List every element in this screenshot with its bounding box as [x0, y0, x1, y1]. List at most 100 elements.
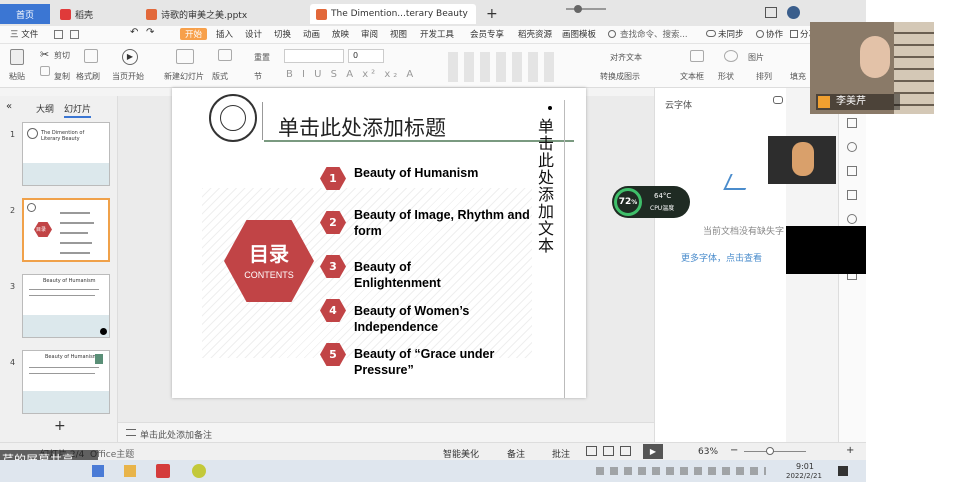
tab-docer[interactable]: 稻壳	[54, 4, 134, 24]
picture-button[interactable]: 图片	[748, 52, 764, 63]
wps-taskbar-icon[interactable]	[156, 464, 170, 478]
text-box-icon[interactable]	[690, 50, 704, 62]
font-format-row[interactable]: B I U S A x² x₂ A	[286, 69, 416, 80]
user-avatar[interactable]	[787, 6, 800, 19]
copy-icon[interactable]	[40, 66, 50, 76]
tab-view[interactable]: 视图	[390, 28, 407, 40]
tab-design[interactable]: 设计	[245, 28, 262, 40]
tab-templates[interactable]: 画图模板	[562, 28, 596, 40]
tool-icon[interactable]	[847, 118, 857, 128]
notification-icon[interactable]	[838, 466, 848, 476]
font-size-select[interactable]: 0	[348, 49, 384, 63]
file-menu[interactable]: 三 文件	[10, 28, 38, 40]
toc-item-1[interactable]: Beauty of Humanism	[354, 165, 534, 181]
zoom-slider-knob[interactable]	[766, 447, 774, 455]
slide-thumbnail-2[interactable]: 目录	[22, 198, 110, 262]
arrange-button[interactable]: 排列	[756, 71, 772, 82]
text-box-button[interactable]: 文本框	[680, 71, 704, 82]
layout-button[interactable]: 版式	[212, 71, 228, 82]
tab-docer-resources[interactable]: 稻壳资源	[518, 28, 552, 40]
print-icon[interactable]	[70, 30, 79, 39]
paste-button[interactable]: 粘贴	[9, 71, 25, 82]
cut-icon[interactable]: ✂	[40, 48, 49, 61]
new-slide-button[interactable]: 新建幻灯片	[164, 71, 204, 82]
system-tray-icons[interactable]	[596, 467, 766, 475]
beautify-button[interactable]: 智能美化	[443, 447, 479, 460]
collab-button[interactable]: 协作	[766, 28, 783, 40]
collapse-panel-icon[interactable]: «	[6, 101, 12, 112]
slideshow-play-button[interactable]: ▶	[643, 444, 663, 459]
tab-animation[interactable]: 动画	[303, 28, 320, 40]
shape-icon[interactable]	[724, 50, 738, 62]
tab-transition[interactable]: 切换	[274, 28, 291, 40]
new-slide-icon[interactable]	[176, 49, 194, 64]
cloud-font-label[interactable]: 云字体	[665, 98, 692, 111]
tab-home[interactable]: 首页	[0, 4, 50, 24]
outline-tab[interactable]: 大纲	[36, 102, 54, 115]
tab-document-1[interactable]: 诗歌的审美之美.pptx	[140, 4, 308, 24]
command-search[interactable]: 查找命令、搜索...	[620, 28, 688, 40]
toc-item-5[interactable]: Beauty of “Grace under Pressure”	[354, 346, 524, 378]
zoom-in-button[interactable]: +	[846, 445, 854, 456]
text-align-button[interactable]: 对齐文本	[610, 52, 642, 63]
tab-document-active[interactable]: The Dimention...terary Beauty	[310, 4, 476, 24]
notes-button[interactable]: 备注	[507, 447, 525, 460]
slide-title[interactable]: 单击此处添加标题	[278, 112, 446, 142]
cpu-monitor-widget[interactable]: 72% 64°C CPU温度	[612, 186, 690, 218]
help-icon[interactable]	[847, 214, 857, 224]
cut-button[interactable]: 剪切	[54, 50, 70, 61]
shape-button[interactable]: 形状	[718, 71, 734, 82]
tab-insert[interactable]: 插入	[216, 28, 233, 40]
unsync-status[interactable]: 未同步	[718, 28, 744, 40]
tab-member[interactable]: 会员专享	[470, 28, 504, 40]
comment-button[interactable]: 批注	[552, 447, 570, 460]
toc-item-4[interactable]: Beauty of Women’s Independence	[354, 303, 504, 335]
slide-2[interactable]: 单击此处添加标题 单击此处添加文本 目录 CONTENTS 1 Beauty o…	[172, 88, 586, 398]
zoom-level[interactable]: 63%	[698, 447, 718, 457]
window-controls[interactable]	[866, 6, 926, 16]
save-icon[interactable]	[54, 30, 63, 39]
tab-slideshow[interactable]: 放映	[332, 28, 349, 40]
convert-art-button[interactable]: 转换成图示	[600, 71, 640, 82]
add-slide-button[interactable]: +	[54, 418, 66, 434]
tab-developer[interactable]: 开发工具	[420, 28, 454, 40]
taskbar-app-icon[interactable]	[192, 464, 206, 478]
taskbar-app-icon[interactable]	[124, 465, 136, 477]
comment-icon[interactable]	[773, 96, 783, 104]
from-current-button[interactable]: 当页开始	[112, 71, 144, 82]
zoom-out-button[interactable]: −	[730, 445, 738, 456]
tool-icon[interactable]	[847, 166, 857, 176]
slide-thumbnail-1[interactable]: The Dimention of Literary Beauty	[22, 122, 110, 186]
tool-icon[interactable]	[847, 142, 857, 152]
format-painter-button[interactable]: 格式刷	[76, 71, 100, 82]
tab-review[interactable]: 审阅	[361, 28, 378, 40]
reset-button[interactable]: 重置	[254, 52, 270, 63]
notes-placeholder[interactable]: 单击此处添加备注	[140, 428, 212, 441]
play-icon[interactable]: ▶	[122, 49, 138, 65]
copy-button[interactable]: 复制	[54, 71, 70, 82]
taskbar-app-icon[interactable]	[92, 465, 104, 477]
section-button[interactable]: 节	[254, 71, 262, 82]
tool-icon[interactable]	[847, 190, 857, 200]
redo-icon[interactable]: ↷	[146, 27, 154, 38]
toc-item-3[interactable]: Beauty of Enlightenment	[354, 259, 494, 291]
more-fonts-link[interactable]: 更多字体，点击查看	[681, 251, 762, 264]
slides-tab[interactable]: 幻灯片	[64, 102, 92, 118]
paragraph-align-row[interactable]	[448, 52, 558, 82]
tab-add-button[interactable]: +	[480, 4, 504, 24]
font-family-select[interactable]	[284, 49, 344, 63]
normal-view-icon[interactable]	[586, 446, 597, 456]
slide-thumbnail-3[interactable]: Beauty of Humanism	[22, 274, 110, 338]
layout-icon[interactable]	[218, 49, 232, 61]
fill-button[interactable]: 填充	[790, 71, 806, 82]
layout-icon[interactable]	[765, 7, 777, 18]
tab-start[interactable]: 开始	[180, 28, 208, 40]
paste-icon[interactable]	[10, 49, 24, 65]
sorter-view-icon[interactable]	[603, 446, 614, 456]
format-painter-icon[interactable]	[84, 49, 98, 63]
slide-thumbnail-4[interactable]: Beauty of Humanism	[22, 350, 110, 414]
reading-view-icon[interactable]	[620, 446, 631, 456]
zoom-slider-track[interactable]	[744, 451, 806, 452]
undo-icon[interactable]: ↶	[130, 27, 138, 38]
toc-item-2[interactable]: Beauty of Image, Rhythm and form	[354, 207, 550, 239]
